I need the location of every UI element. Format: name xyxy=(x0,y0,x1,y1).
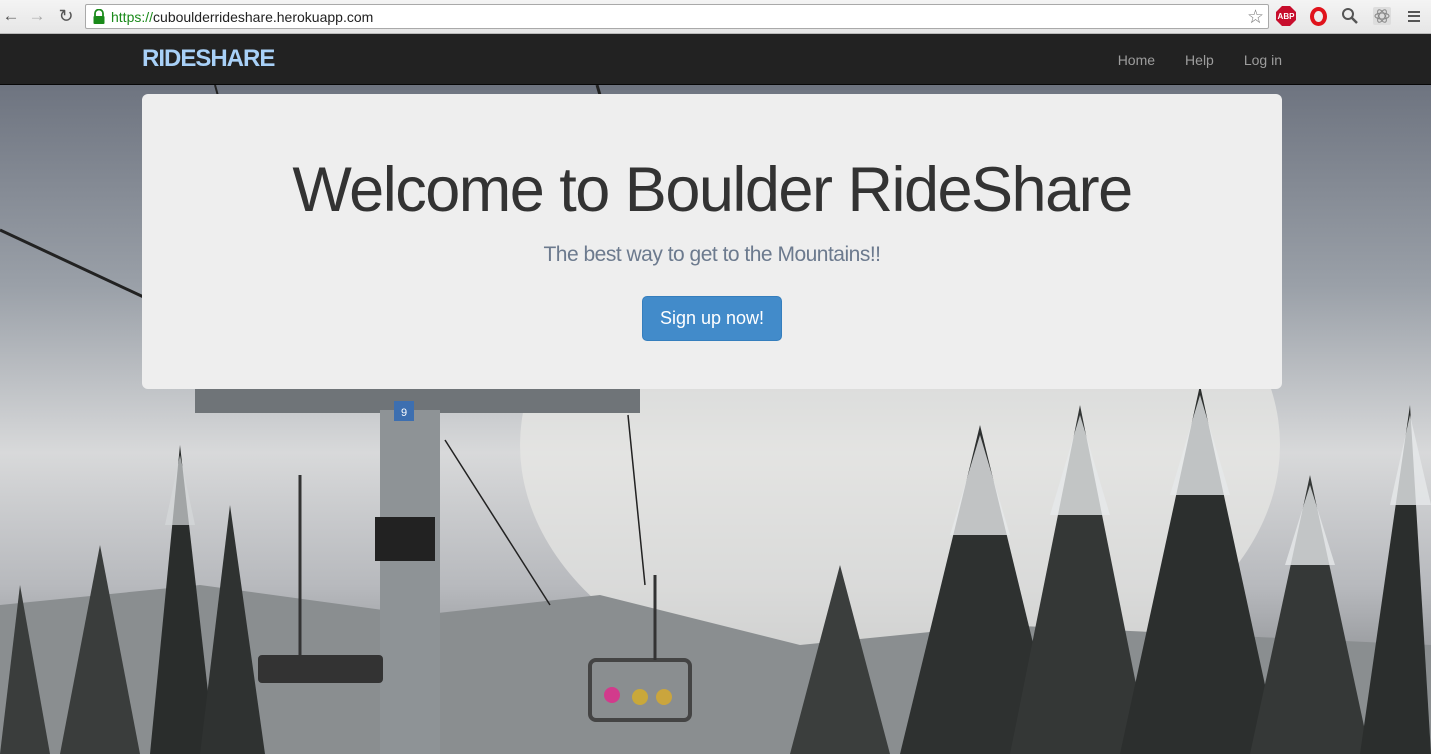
svg-text:9: 9 xyxy=(401,407,407,419)
nav-links: Home Help Log in xyxy=(1088,34,1282,85)
nav-login-link[interactable]: Log in xyxy=(1244,52,1282,68)
nav-help-link[interactable]: Help xyxy=(1185,52,1214,68)
back-arrow-icon[interactable]: ← xyxy=(0,5,22,27)
atom-icon[interactable] xyxy=(1372,6,1392,26)
hero-title: Welcome to Boulder RideShare xyxy=(292,155,1133,225)
reload-icon[interactable]: ↻ xyxy=(55,5,77,27)
hero-subtitle: The best way to get to the Mountains!! xyxy=(543,243,881,266)
site-navbar: RIDESHARE Home Help Log in xyxy=(0,34,1431,85)
browser-toolbar: ← → ↻ https://cuboulderrideshare.herokua… xyxy=(0,0,1431,34)
lift-tower xyxy=(380,410,440,754)
url-host: cuboulderrideshare.herokuapp.com xyxy=(153,8,374,25)
menu-icon[interactable] xyxy=(1404,6,1424,26)
lock-icon xyxy=(92,8,106,25)
adblock-plus-icon[interactable]: ABP xyxy=(1276,6,1296,26)
opera-icon[interactable] xyxy=(1308,6,1328,26)
hero-jumbotron: Welcome to Boulder RideShare The best wa… xyxy=(142,94,1282,389)
brand-logo[interactable]: RIDESHARE xyxy=(142,45,275,73)
search-icon[interactable] xyxy=(1340,6,1360,26)
bookmark-star-icon[interactable]: ☆ xyxy=(1247,6,1264,29)
forward-arrow-icon[interactable]: → xyxy=(26,5,48,27)
url-scheme: https:// xyxy=(111,8,154,25)
lift-tower-crossbar xyxy=(195,388,640,413)
nav-home-link[interactable]: Home xyxy=(1118,52,1155,68)
signup-button[interactable]: Sign up now! xyxy=(642,296,782,341)
address-bar[interactable]: https://cuboulderrideshare.herokuapp.com… xyxy=(85,4,1269,29)
